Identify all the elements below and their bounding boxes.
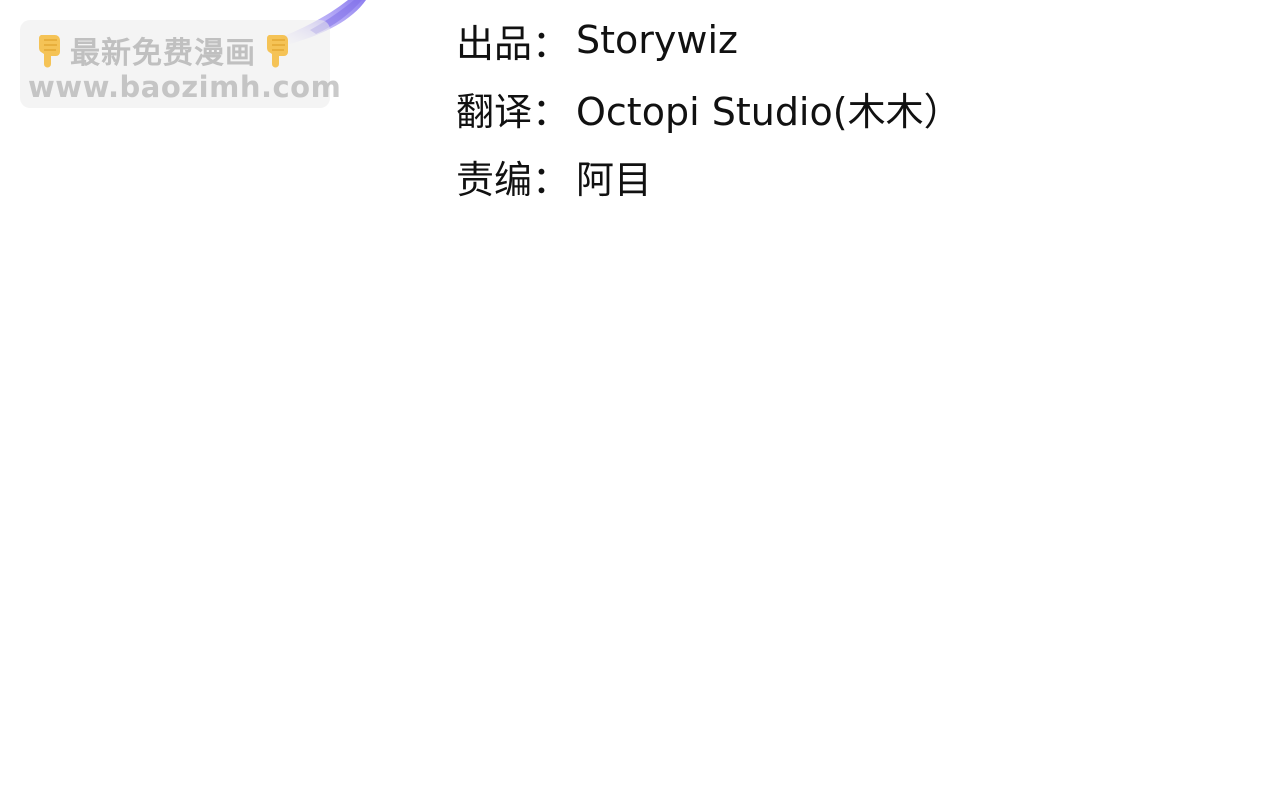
watermark-title: 最新免费漫画 xyxy=(70,36,256,71)
pointing-down-hand-icon xyxy=(32,31,66,69)
credit-row-producer: 出品： Storywiz xyxy=(456,6,962,74)
pointing-down-hand-icon xyxy=(260,31,294,69)
credit-label: 出品： xyxy=(456,21,571,66)
credit-value: Octopi Studio(木木） xyxy=(576,89,962,134)
credit-row-editor: 责编： 阿目 xyxy=(456,142,962,210)
comic-credits-page: 最新免费漫画 www.baozimh.com 出品： Storywiz 翻译： … xyxy=(0,0,1280,785)
credit-value: Storywiz xyxy=(576,18,738,62)
watermark-title-row: 最新免费漫画 xyxy=(32,28,294,72)
watermark-badge: 最新免费漫画 www.baozimh.com xyxy=(20,20,341,108)
credit-label: 责编： xyxy=(456,157,571,202)
credit-value: 阿目 xyxy=(576,157,653,202)
credits-block: 出品： Storywiz 翻译： Octopi Studio(木木） 责编： 阿… xyxy=(456,6,962,210)
credit-label: 翻译： xyxy=(456,89,571,134)
watermark-url: www.baozimh.com xyxy=(28,70,342,104)
credit-row-translator: 翻译： Octopi Studio(木木） xyxy=(456,74,962,142)
